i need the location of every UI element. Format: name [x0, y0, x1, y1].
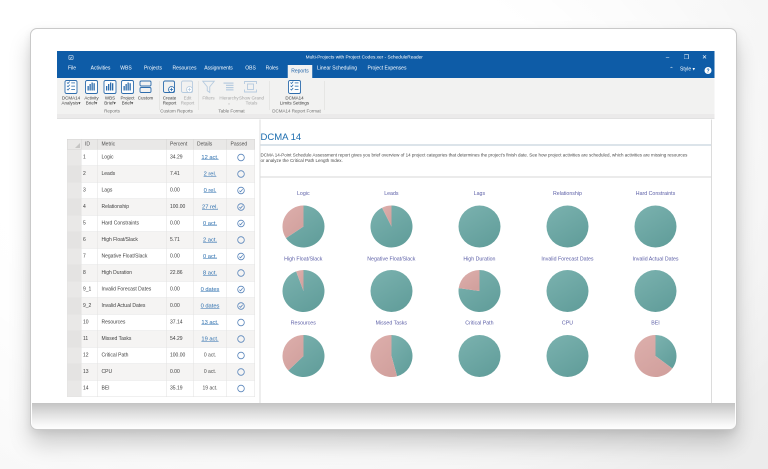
svg-text:?: ?: [706, 68, 709, 74]
